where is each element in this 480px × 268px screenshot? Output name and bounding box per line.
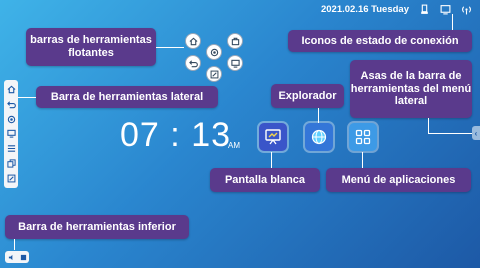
whiteboard-app[interactable]	[259, 123, 287, 151]
edit-icon[interactable]	[6, 173, 16, 183]
settings-circle-icon[interactable]	[206, 44, 222, 60]
callout-line	[428, 118, 429, 133]
settings-circle-icon[interactable]	[6, 114, 16, 124]
home-icon[interactable]	[6, 84, 16, 94]
bottom-toolbar	[5, 251, 29, 263]
callout-line	[428, 133, 472, 134]
back-icon[interactable]	[6, 99, 16, 109]
callout-line	[318, 108, 319, 123]
presentation-board-icon	[265, 129, 281, 145]
list-icon[interactable]	[6, 144, 16, 154]
clock-time: 07 : 13	[120, 116, 232, 154]
back-icon[interactable]	[185, 55, 201, 71]
callout-line	[452, 14, 453, 30]
callout-line	[14, 239, 15, 250]
callout-floating-toolbars: barras de herramientas flotantes	[26, 28, 156, 66]
side-menu-handle[interactable]: ‹	[472, 126, 480, 140]
callout-line	[271, 152, 272, 168]
monitor-icon[interactable]	[6, 129, 16, 139]
callout-connection-status: Iconos de estado de conexión	[288, 30, 472, 52]
callout-explorer: Explorador	[271, 84, 344, 108]
callout-line	[18, 97, 36, 98]
browser-app[interactable]	[305, 123, 333, 151]
callout-line	[362, 152, 363, 168]
callout-whiteboard: Pantalla blanca	[210, 168, 320, 192]
callout-bottom-toolbar: Barra de herramientas inferior	[5, 215, 189, 239]
callout-app-menu: Menú de aplicaciones	[326, 168, 471, 192]
clock-ampm: AM	[228, 141, 240, 150]
applications-app[interactable]	[349, 123, 377, 151]
callout-side-toolbar: Barra de herramientas lateral	[36, 86, 218, 108]
copy-icon[interactable]	[6, 159, 16, 169]
volume-icon[interactable]	[8, 254, 15, 261]
globe-icon	[311, 129, 327, 145]
toolbox-icon[interactable]	[227, 33, 243, 49]
home-icon[interactable]	[185, 33, 201, 49]
usb-icon[interactable]	[419, 4, 430, 15]
callout-line	[156, 47, 184, 48]
cast-screen-icon[interactable]	[440, 4, 451, 15]
screen-icon[interactable]	[20, 254, 27, 261]
side-toolbar	[4, 80, 18, 188]
apps-grid-icon	[355, 129, 371, 145]
callout-side-menu-handles: Asas de la barra de herramientas del men…	[350, 60, 472, 118]
monitor-icon[interactable]	[227, 55, 243, 71]
date-text: 2021.02.16 Tuesday	[320, 3, 409, 15]
edit-icon[interactable]	[206, 66, 222, 82]
status-bar: 2021.02.16 Tuesday	[313, 0, 480, 18]
wifi-hotspot-icon[interactable]	[461, 4, 472, 15]
